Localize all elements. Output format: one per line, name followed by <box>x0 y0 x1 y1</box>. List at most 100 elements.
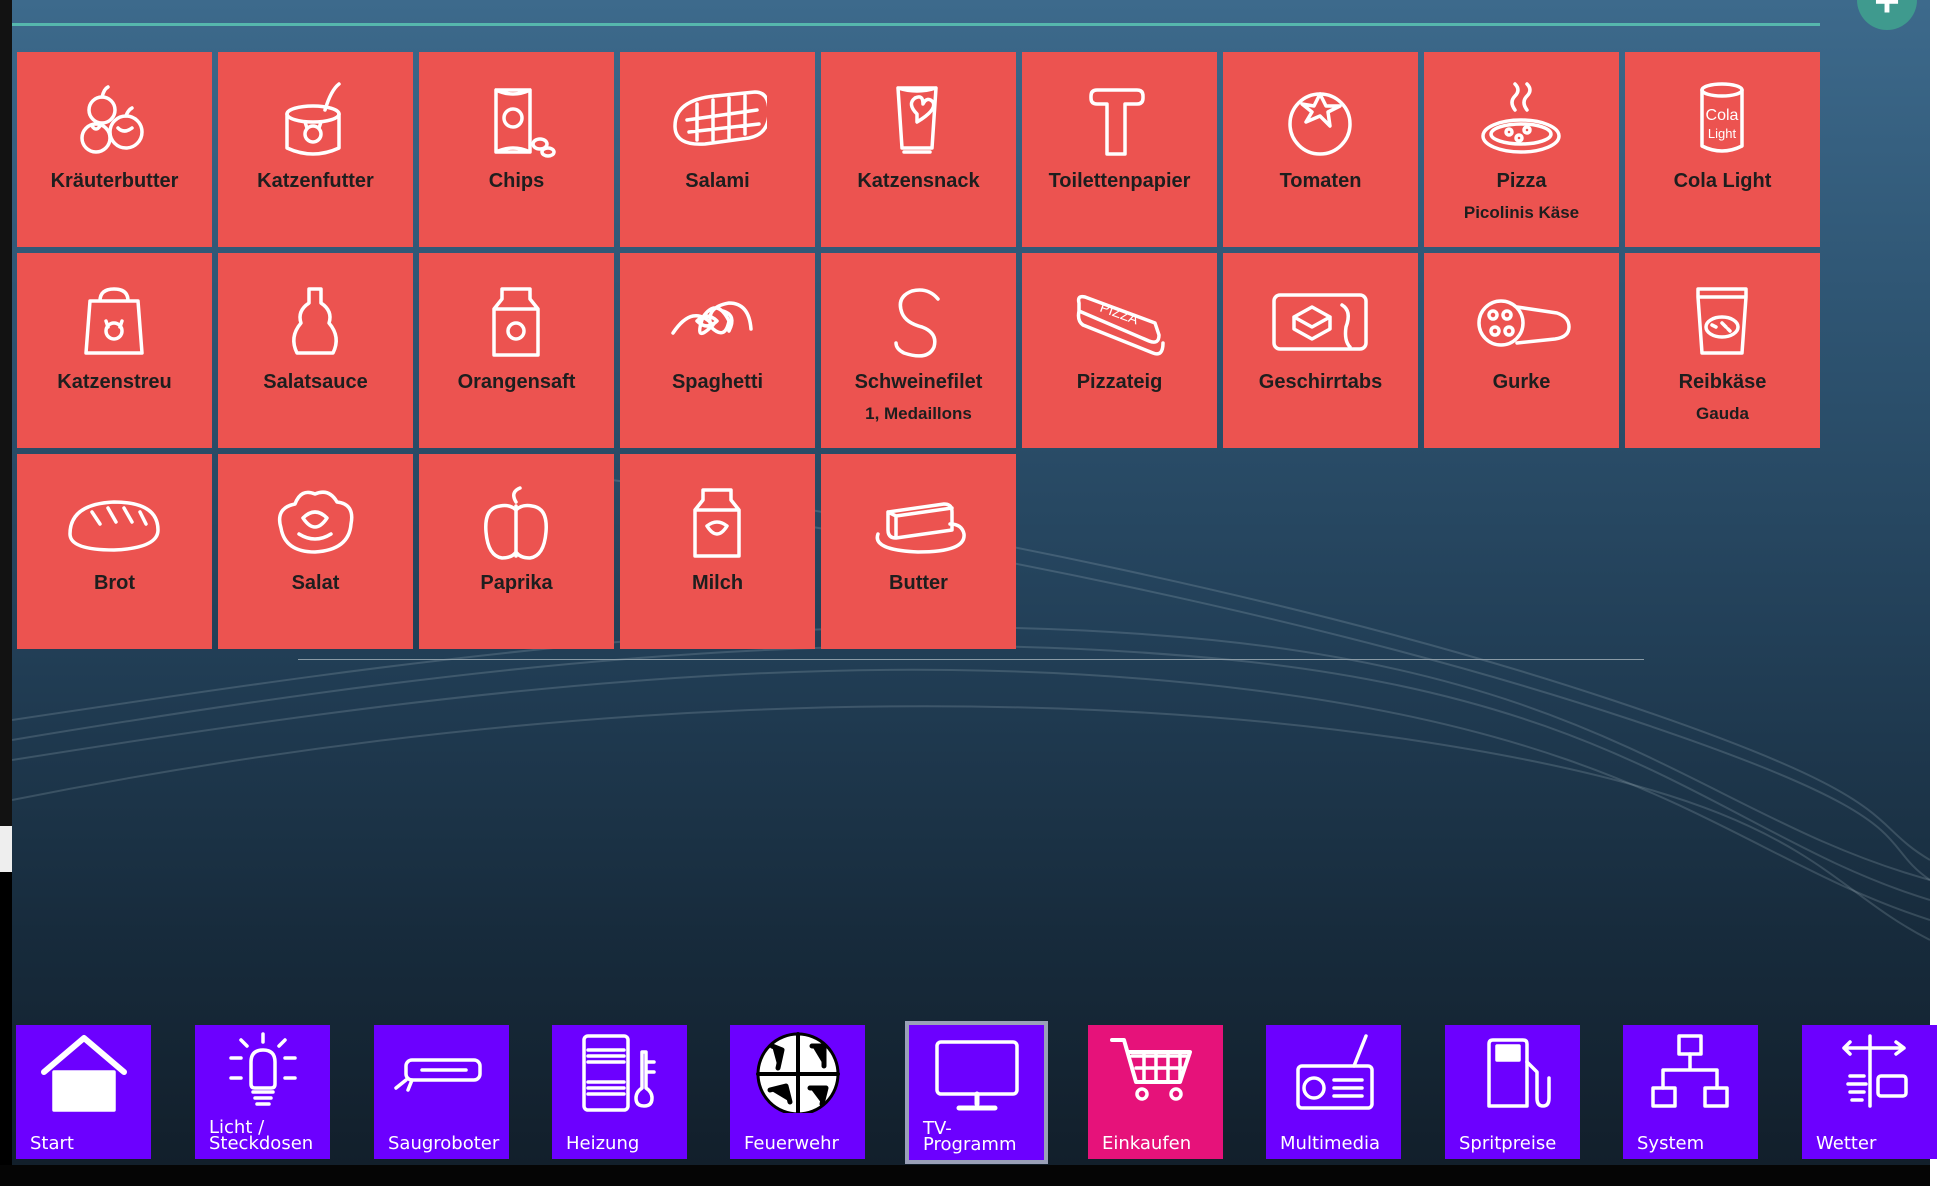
plus-icon: + <box>1874 0 1900 26</box>
item-name: Toilettenpapier <box>1048 170 1191 192</box>
nav-button-heizung[interactable]: Heizung <box>552 1025 687 1159</box>
nav-button-start[interactable]: Start <box>16 1025 151 1159</box>
juice-carton-icon <box>492 287 540 357</box>
nav-button-feuerwehr[interactable]: Feuerwehr <box>730 1025 865 1159</box>
shopping-item-tile[interactable]: Katzenstreu <box>17 253 212 448</box>
bulb-icon <box>229 1032 297 1106</box>
header-divider <box>12 23 1820 26</box>
nav-button-einkaufen[interactable]: Einkaufen <box>1088 1025 1223 1159</box>
item-name: Katzensnack <box>857 170 980 192</box>
shopping-item-tile[interactable]: Geschirrtabs <box>1223 253 1418 448</box>
shopping-item-tile[interactable]: Gurke <box>1424 253 1619 448</box>
radiator-icon <box>582 1034 656 1112</box>
item-name: Tomaten <box>1279 170 1362 192</box>
tomato-icon <box>1288 92 1352 156</box>
shopping-item-tile[interactable]: Katzensnack <box>821 52 1016 247</box>
pepper-icon <box>484 486 548 560</box>
weather-vane-icon <box>1842 1034 1908 1108</box>
bottom-navigation: Start Licht / Steckdosen Saugroboter Heizun… <box>0 1018 1937 1168</box>
svg-text:Cola: Cola <box>1706 107 1739 124</box>
fuel-pump-icon <box>1487 1038 1551 1108</box>
item-name: Paprika <box>480 572 553 594</box>
shopping-item-tile[interactable]: Tomaten <box>1223 52 1418 247</box>
spaghetti-icon <box>671 301 753 335</box>
nav-button-multimedia[interactable]: Multimedia <box>1266 1025 1401 1159</box>
cheese-bag-icon <box>1696 287 1748 355</box>
garlic-icon <box>80 85 144 154</box>
item-name: Geschirrtabs <box>1258 371 1383 393</box>
shopping-item-tile[interactable]: Salat <box>218 454 413 649</box>
item-name: Pizzateig <box>1076 371 1163 393</box>
salami-icon <box>673 90 767 146</box>
item-name: Orangensaft <box>457 371 576 393</box>
left-edge <box>0 0 12 830</box>
item-name: Brot <box>93 572 136 594</box>
shopping-item-tile[interactable]: Toilettenpapier <box>1022 52 1217 247</box>
dishwasher-tabs-icon <box>1272 293 1368 351</box>
nav-button-wetter[interactable]: Wetter <box>1802 1025 1937 1159</box>
item-name: Kräuterbutter <box>50 170 179 192</box>
nav-label: TV-Programm <box>923 1118 1017 1155</box>
pizza-dough-icon: PIZZA <box>1076 294 1165 356</box>
bottom-edge <box>0 1165 1930 1186</box>
milk-carton-icon <box>693 488 741 558</box>
shopping-item-tile[interactable]: Milch <box>620 454 815 649</box>
shopping-item-tile[interactable]: PIZZA Pizzateig <box>1022 253 1217 448</box>
shopping-item-tile[interactable]: Katzenfutter <box>218 52 413 247</box>
item-name: Salami <box>685 170 750 192</box>
shopping-item-tile[interactable]: Cola Light Cola Light <box>1625 52 1820 247</box>
content-divider <box>298 659 1644 660</box>
house-icon <box>41 1035 127 1112</box>
item-name: Schweinefilet <box>854 371 983 393</box>
svg-text:Light: Light <box>1708 126 1737 141</box>
pizza-icon <box>1481 82 1561 154</box>
nav-button-spritpreise[interactable]: Spritpreise <box>1445 1025 1580 1159</box>
item-name: Spaghetti <box>671 371 764 393</box>
shopping-item-tile[interactable]: Paprika <box>419 454 614 649</box>
nav-button-licht[interactable]: Licht / Steckdosen <box>195 1025 330 1159</box>
nav-label: Multimedia <box>1280 1133 1381 1154</box>
nav-label: Start <box>30 1133 74 1154</box>
nav-button-saugroboter[interactable]: Saugroboter <box>374 1025 509 1159</box>
item-name: Gurke <box>1492 371 1551 393</box>
nav-button-tv[interactable]: TV-Programm <box>905 1021 1048 1164</box>
shopping-item-tile[interactable]: Spaghetti <box>620 253 815 448</box>
shopping-item-tile[interactable]: Salami <box>620 52 815 247</box>
shopping-item-tile[interactable]: Reibkäse Gauda <box>1625 253 1820 448</box>
shopping-item-tile[interactable]: Orangensaft <box>419 253 614 448</box>
left-edge-highlight <box>0 826 12 872</box>
item-name: Salatsauce <box>263 371 368 393</box>
item-name: Milch <box>691 572 744 594</box>
nav-button-system[interactable]: System <box>1623 1025 1758 1159</box>
shopping-item-tile[interactable]: Schweinefilet 1, Medaillons <box>821 253 1016 448</box>
chips-bag-icon <box>494 88 556 158</box>
nav-label: Feuerwehr <box>744 1133 839 1154</box>
nav-label: Licht / Steckdosen <box>209 1117 314 1154</box>
tv-icon <box>935 1040 1019 1111</box>
cat-food-can-icon <box>285 82 341 156</box>
nav-label: Heizung <box>566 1133 640 1154</box>
litter-bag-icon <box>84 287 144 355</box>
robot-vacuum-icon <box>394 1058 482 1092</box>
cola-can-icon: Cola Light <box>1700 82 1744 153</box>
item-name: Butter <box>889 572 948 594</box>
nav-label: Spritpreise <box>1459 1133 1557 1154</box>
shopping-item-tile[interactable]: Butter <box>821 454 1016 649</box>
item-name: Katzenfutter <box>257 170 374 192</box>
shopping-item-tile[interactable]: Salatsauce <box>218 253 413 448</box>
radio-icon <box>1296 1034 1374 1110</box>
shopping-item-tile[interactable]: Brot <box>17 454 212 649</box>
sauce-bottle-icon <box>292 287 338 355</box>
cart-icon <box>1110 1038 1192 1101</box>
bread-icon <box>68 500 160 552</box>
nav-label: Saugroboter <box>388 1133 500 1154</box>
shopping-item-tile[interactable]: Kräuterbutter <box>17 52 212 247</box>
item-detail: Picolinis Käse <box>1463 203 1580 222</box>
shopping-item-tile[interactable]: Pizza Picolinis Käse <box>1424 52 1619 247</box>
nav-label: Wetter <box>1816 1133 1877 1154</box>
item-name: Salat <box>291 572 340 594</box>
firefighter-emblem-icon <box>756 1032 840 1113</box>
butter-icon <box>875 502 966 554</box>
cucumber-icon <box>1477 299 1571 347</box>
shopping-item-tile[interactable]: Chips <box>419 52 614 247</box>
